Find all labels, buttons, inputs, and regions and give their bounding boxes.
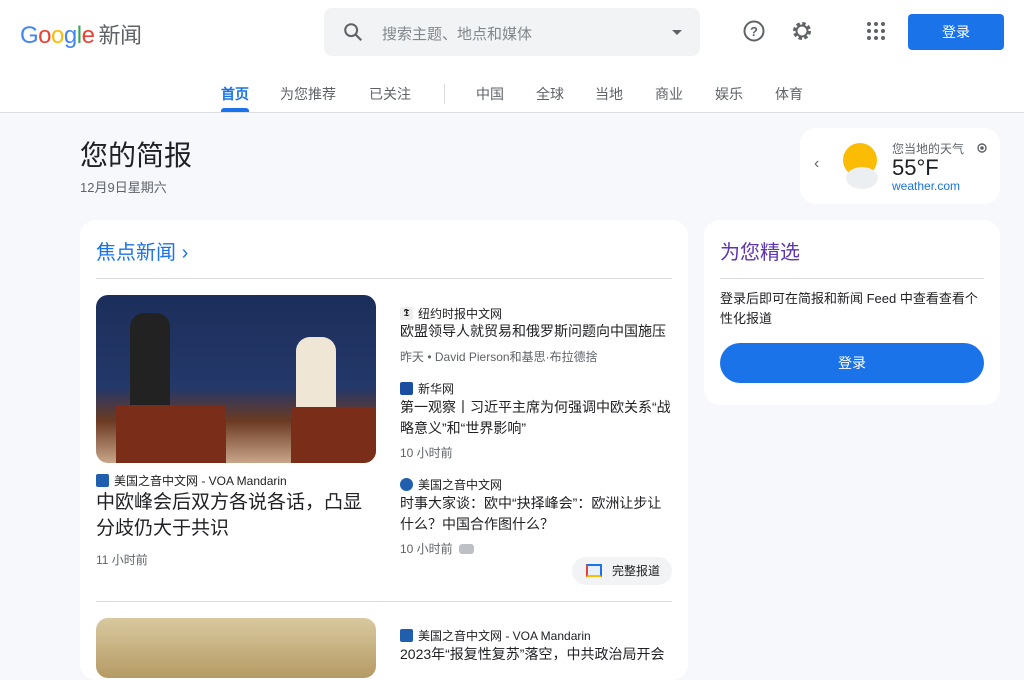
logo-letter: o <box>38 22 52 49</box>
voa-favicon-icon <box>96 474 109 487</box>
for-you-card: 为您精选 登录后即可在简报和新闻 Feed 中查看查看个性化报道 登录 <box>704 220 1000 405</box>
nyt-favicon-icon: 𝕿 <box>400 307 413 320</box>
related-headline[interactable]: 欧盟领导人就贸易和俄罗斯问题向中国施压 <box>400 321 675 342</box>
active-tab-indicator <box>221 108 249 112</box>
top-stories-heading[interactable]: 焦点新闻 › <box>96 236 188 265</box>
divider <box>96 278 672 279</box>
chevron-left-icon[interactable]: ‹ <box>814 155 819 173</box>
search-box[interactable]: 搜索主题、地点和媒体 <box>324 8 700 56</box>
related-meta: 10 小时前 <box>400 540 474 557</box>
search-placeholder: 搜索主题、地点和媒体 <box>382 26 533 43</box>
related-source[interactable]: 𝕿 纽约时报中文网 <box>400 305 502 322</box>
date: 12月9日星期六 <box>80 180 167 195</box>
google-news-logo[interactable]: Google 新闻 <box>20 18 142 50</box>
related-source[interactable]: 新华网 <box>400 380 454 397</box>
divider <box>96 601 672 602</box>
for-you-heading: 为您精选 <box>720 242 800 264</box>
tab-6[interactable]: 商业 <box>655 84 683 104</box>
tab-0[interactable]: 首页 <box>221 84 249 104</box>
voa-favicon-icon <box>400 478 413 491</box>
for-you-login-button[interactable]: 登录 <box>720 343 984 383</box>
main-story-source[interactable]: 美国之音中文网 - VOA Mandarin <box>96 472 287 489</box>
related-headline[interactable]: 第一观察丨习近平主席为何强调中欧关系“战略意义”和“世界影响” <box>400 397 680 439</box>
svg-text:?: ? <box>750 24 758 39</box>
story-image[interactable] <box>96 618 376 678</box>
login-button[interactable]: 登录 <box>908 14 1004 50</box>
logo-letter: g <box>63 22 77 49</box>
for-you-text: 登录后即可在简报和新闻 Feed 中查看查看个性化报道 <box>720 291 978 326</box>
full-coverage-icon <box>586 564 602 577</box>
tab-2[interactable]: 已关注 <box>369 84 411 104</box>
apps-grid-icon[interactable] <box>864 19 888 43</box>
tab-5[interactable]: 当地 <box>595 84 623 104</box>
video-icon <box>458 543 474 554</box>
logo-letter: G <box>20 22 39 49</box>
logo-letter: o <box>51 22 64 49</box>
top-stories-card: 焦点新闻 › 美国之音中文网 - VOA Mandarin 中欧峰会后双方各说各… <box>80 220 688 680</box>
gear-icon[interactable] <box>790 19 814 43</box>
main-story-time: 11 小时前 <box>96 553 148 567</box>
weather-widget[interactable]: ‹ 您当地的天气 55°F weather.com <box>800 128 1000 204</box>
divider <box>720 278 984 279</box>
weather-source-link[interactable]: weather.com <box>892 179 960 193</box>
location-icon[interactable] <box>976 142 988 154</box>
related-meta: 昨天 • David Pierson和基思·布拉德捨 <box>400 350 598 364</box>
related-headline[interactable]: 时事大家谈：欧中“抉择峰会”：欧洲让步让什么？中国合作图什么？ <box>400 493 675 535</box>
tab-3[interactable]: 中国 <box>476 84 504 104</box>
nav-divider <box>444 84 445 104</box>
tab-1[interactable]: 为您推荐 <box>280 84 336 104</box>
related-source[interactable]: 美国之音中文网 <box>400 476 502 493</box>
chevron-right-icon: › <box>181 242 189 264</box>
page-title: 您的简报 <box>80 140 193 171</box>
xinhua-favicon-icon <box>400 382 413 395</box>
related-meta: 10 小时前 <box>400 446 453 460</box>
logo-letter: e <box>81 22 95 49</box>
weather-temp: 55°F <box>892 155 939 180</box>
search-icon <box>344 23 363 42</box>
full-coverage-button[interactable]: 完整报道 <box>572 557 672 585</box>
main-story-headline[interactable]: 中欧峰会后双方各说各话，凸显分歧仍大于共识 <box>96 490 380 542</box>
top-bar: Google 新闻 搜索主题、地点和媒体 ? 登录 首页 为您推荐 已关注 中国 全球 当地… <box>0 0 1024 113</box>
tab-8[interactable]: 体育 <box>775 84 803 104</box>
voa-favicon-icon <box>400 629 413 642</box>
tab-7[interactable]: 娱乐 <box>715 84 743 104</box>
tab-4[interactable]: 全球 <box>536 84 564 104</box>
story-source[interactable]: 美国之音中文网 - VOA Mandarin <box>400 627 591 644</box>
help-icon[interactable]: ? <box>742 19 766 43</box>
partly-sunny-icon <box>843 143 878 189</box>
chevron-down-icon[interactable] <box>672 30 682 35</box>
main-story-image[interactable] <box>96 295 376 463</box>
